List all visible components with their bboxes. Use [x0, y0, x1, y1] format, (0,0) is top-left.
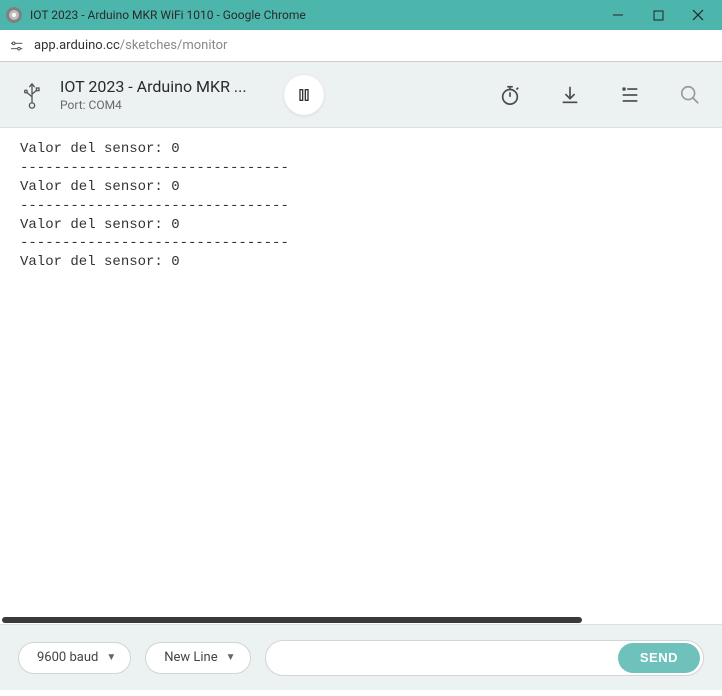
console-line: Valor del sensor: 0 — [20, 216, 702, 235]
download-button[interactable] — [556, 81, 584, 109]
send-input-wrap: SEND — [265, 640, 704, 676]
search-button[interactable] — [676, 81, 704, 109]
baud-label: 9600 baud — [37, 650, 98, 665]
pause-icon — [296, 87, 312, 103]
console-line: -------------------------------- — [20, 159, 702, 178]
horizontal-scrollbar[interactable] — [0, 616, 722, 624]
scrollbar-thumb[interactable] — [2, 617, 582, 623]
send-button[interactable]: SEND — [618, 643, 700, 673]
monitor-header: IOT 2023 - Arduino MKR ... Port: COM4 — [0, 62, 722, 128]
console-line: -------------------------------- — [20, 197, 702, 216]
serial-console[interactable]: Valor del sensor: 0 --------------------… — [0, 128, 722, 616]
port-label: Port: COM4 — [60, 98, 260, 112]
serial-input[interactable] — [282, 650, 618, 665]
chevron-down-icon: ▼ — [106, 652, 116, 663]
clear-button[interactable] — [616, 81, 644, 109]
lineending-label: New Line — [164, 650, 217, 665]
stopwatch-icon — [499, 84, 521, 106]
address-bar[interactable]: app.arduino.cc/sketches/monitor — [0, 30, 722, 62]
monitor-footer: 9600 baud ▼ New Line ▼ SEND — [0, 624, 722, 690]
url-path: /sketches/monitor — [120, 38, 228, 53]
download-icon — [559, 84, 581, 106]
baud-select[interactable]: 9600 baud ▼ — [18, 642, 131, 674]
chrome-icon — [6, 7, 22, 23]
url-text: app.arduino.cc/sketches/monitor — [34, 38, 227, 53]
pause-button[interactable] — [284, 75, 324, 115]
window-title: IOT 2023 - Arduino MKR WiFi 1010 - Googl… — [30, 8, 608, 22]
console-line: Valor del sensor: 0 — [20, 178, 702, 197]
search-icon — [679, 84, 701, 106]
maximize-button[interactable] — [648, 5, 668, 25]
console-line: Valor del sensor: 0 — [20, 140, 702, 159]
chevron-down-icon: ▼ — [226, 652, 236, 663]
window-titlebar: IOT 2023 - Arduino MKR WiFi 1010 - Googl… — [0, 0, 722, 30]
usb-icon — [18, 81, 46, 109]
site-settings-icon[interactable] — [8, 37, 26, 55]
minimize-button[interactable] — [608, 5, 628, 25]
close-button[interactable] — [688, 5, 708, 25]
clear-icon — [619, 84, 641, 106]
timer-button[interactable] — [496, 81, 524, 109]
console-line: -------------------------------- — [20, 234, 702, 253]
console-line: Valor del sensor: 0 — [20, 253, 702, 272]
lineending-select[interactable]: New Line ▼ — [145, 642, 250, 674]
sketch-title: IOT 2023 - Arduino MKR ... — [60, 77, 260, 96]
url-host: app.arduino.cc — [34, 38, 120, 53]
